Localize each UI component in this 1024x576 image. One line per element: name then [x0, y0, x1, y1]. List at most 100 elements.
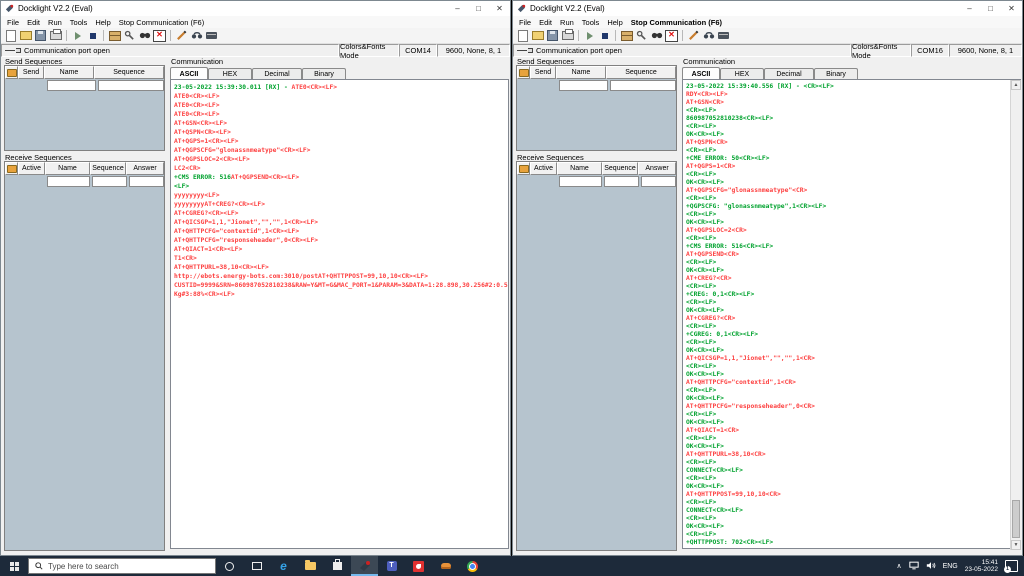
taskbar-task-view-icon[interactable] — [243, 556, 270, 576]
log-printer-icon[interactable] — [717, 30, 730, 42]
close-button[interactable]: ✕ — [491, 2, 508, 16]
status-panel-mode[interactable]: Colors&Fonts Mode — [339, 42, 399, 60]
log-printer-icon[interactable] — [205, 30, 218, 42]
minimize-button[interactable]: – — [961, 2, 978, 16]
menu-run[interactable]: Run — [44, 18, 66, 27]
open-project-icon[interactable] — [531, 30, 544, 42]
communication-terminal[interactable]: 23-05-2022 15:39:40.556 [RX] - <CR><LF> R… — [682, 79, 1021, 549]
taskbar-clock[interactable]: 15:41 23-05-2022 — [965, 559, 998, 574]
stop-logging-icon[interactable]: ✕ — [665, 29, 678, 42]
menu-tools[interactable]: Tools — [66, 18, 92, 27]
column-header-name[interactable]: Name — [556, 66, 606, 79]
network-icon[interactable] — [908, 557, 919, 575]
communication-terminal[interactable]: 23-05-2022 15:39:30.011 [RX] - ATE0<CR><… — [170, 79, 509, 549]
scrollbar-thumb[interactable] — [1012, 500, 1020, 538]
save-project-icon[interactable] — [34, 30, 47, 42]
modem-settings-icon[interactable] — [702, 30, 715, 42]
column-header-name[interactable]: Name — [45, 162, 90, 175]
column-header-send[interactable]: Send — [18, 66, 44, 79]
receive-name-input[interactable] — [559, 176, 603, 187]
tab-hex[interactable]: HEX — [208, 68, 252, 79]
send-sequence-input[interactable] — [610, 80, 676, 91]
column-header-sequence[interactable]: Sequence — [94, 66, 164, 79]
taskbar-search-input[interactable]: Type here to search — [28, 558, 216, 574]
speaker-icon[interactable] — [926, 557, 936, 575]
column-header-active[interactable]: Active — [530, 162, 557, 175]
send-name-input[interactable] — [559, 80, 608, 91]
send-sequence-input[interactable] — [98, 80, 164, 91]
menu-stop[interactable]: Stop Communication (F6) — [627, 18, 726, 27]
project-settings-icon[interactable] — [620, 30, 633, 42]
modem-settings-icon[interactable] — [190, 30, 203, 42]
receive-sequences-table[interactable]: Active Name Sequence Answer — [516, 161, 677, 551]
menu-help[interactable]: Help — [603, 18, 626, 27]
tab-hex[interactable]: HEX — [720, 68, 764, 79]
save-project-icon[interactable] — [546, 30, 559, 42]
scroll-down-icon[interactable]: ▼ — [1011, 540, 1021, 550]
column-header-send[interactable]: Send — [530, 66, 556, 79]
project-settings-icon[interactable] — [108, 30, 121, 42]
status-panel-serial-settings[interactable]: 9600, None, 8, 1 — [437, 44, 510, 57]
receive-sequence-input[interactable] — [92, 176, 127, 187]
tab-binary[interactable]: Binary — [814, 68, 858, 79]
column-header-answer[interactable]: Answer — [638, 162, 676, 175]
column-header-sequence[interactable]: Sequence — [90, 162, 126, 175]
find-sequence-icon[interactable] — [138, 30, 151, 42]
taskbar-microsoft-store-icon[interactable] — [324, 556, 351, 576]
notification-center-icon[interactable]: 1 — [1004, 560, 1018, 573]
start-button[interactable] — [0, 556, 28, 576]
tray-expand-icon[interactable]: ∧ — [896, 562, 901, 570]
minimize-button[interactable]: – — [449, 2, 466, 16]
maximize-button[interactable]: □ — [982, 2, 999, 16]
taskbar-red-app-icon[interactable] — [405, 556, 432, 576]
menu-help[interactable]: Help — [91, 18, 114, 27]
menu-stop[interactable]: Stop Communication (F6) — [115, 18, 208, 27]
find-sequence-icon[interactable] — [650, 30, 663, 42]
title-bar[interactable]: Docklight V2.2 (Eval) – □ ✕ — [1, 1, 510, 16]
menu-tools[interactable]: Tools — [578, 18, 604, 27]
tab-ascii[interactable]: ASCII — [170, 67, 208, 79]
tab-ascii[interactable]: ASCII — [682, 67, 720, 79]
tab-decimal[interactable]: Decimal — [764, 68, 814, 79]
receive-name-input[interactable] — [47, 176, 91, 187]
taskbar-teams-icon[interactable]: T — [378, 556, 405, 576]
receive-answer-input[interactable] — [640, 176, 676, 187]
status-panel-com-port[interactable]: COM14 — [399, 44, 437, 57]
column-header-name[interactable]: Name — [557, 162, 602, 175]
print-icon[interactable] — [561, 29, 574, 42]
status-panel-serial-settings[interactable]: 9600, None, 8, 1 — [949, 44, 1022, 57]
column-header-answer[interactable]: Answer — [126, 162, 164, 175]
receive-answer-input[interactable] — [128, 176, 164, 187]
tab-binary[interactable]: Binary — [302, 68, 346, 79]
options-icon[interactable] — [635, 30, 648, 42]
status-panel-com-port[interactable]: COM16 — [911, 44, 949, 57]
start-communication-icon[interactable] — [583, 30, 596, 42]
tab-decimal[interactable]: Decimal — [252, 68, 302, 79]
column-header-sequence[interactable]: Sequence — [602, 162, 638, 175]
start-communication-icon[interactable] — [71, 30, 84, 42]
stop-communication-icon[interactable] — [598, 30, 611, 42]
menu-file[interactable]: File — [3, 18, 23, 27]
taskbar-file-explorer-icon[interactable] — [297, 556, 324, 576]
menu-file[interactable]: File — [515, 18, 535, 27]
column-header-sequence[interactable]: Sequence — [606, 66, 676, 79]
column-header-active[interactable]: Active — [18, 162, 45, 175]
edit-mode-icon[interactable] — [175, 30, 188, 42]
new-file-icon[interactable] — [516, 29, 529, 42]
scroll-up-icon[interactable]: ▲ — [1011, 80, 1021, 90]
taskbar-cortana-icon[interactable] — [216, 556, 243, 576]
taskbar-orange-app-icon[interactable] — [432, 556, 459, 576]
status-panel-mode[interactable]: Colors&Fonts Mode — [851, 42, 911, 60]
taskbar-edge-icon[interactable]: e — [270, 556, 297, 576]
receive-sequence-input[interactable] — [604, 176, 639, 187]
taskbar-chrome-icon[interactable] — [459, 556, 486, 576]
open-project-icon[interactable] — [19, 30, 32, 42]
print-icon[interactable] — [49, 29, 62, 42]
menu-edit[interactable]: Edit — [535, 18, 556, 27]
new-file-icon[interactable] — [4, 29, 17, 42]
send-sequences-table[interactable]: Send Name Sequence — [516, 65, 677, 151]
edit-mode-icon[interactable] — [687, 30, 700, 42]
maximize-button[interactable]: □ — [470, 2, 487, 16]
column-header-name[interactable]: Name — [44, 66, 94, 79]
send-name-input[interactable] — [47, 80, 96, 91]
